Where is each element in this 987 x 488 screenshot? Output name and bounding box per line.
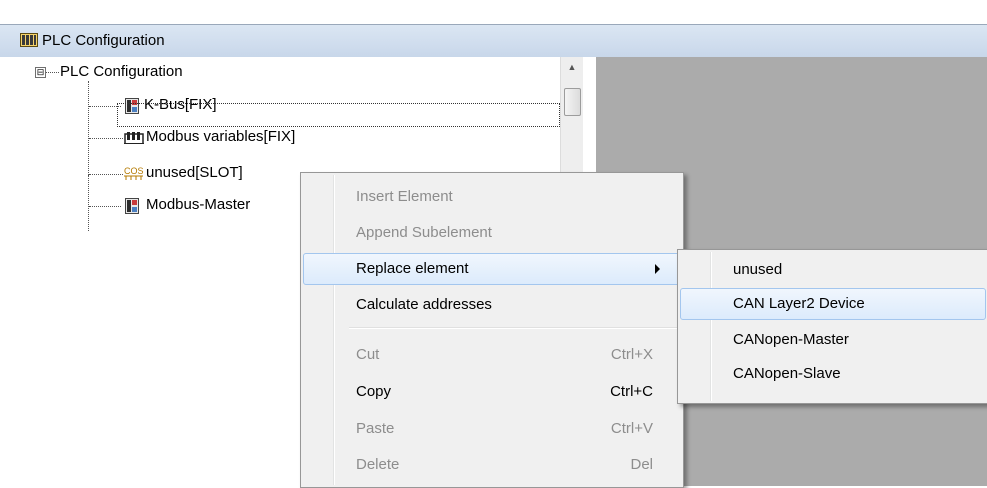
menu-item-label: Cut [356, 346, 380, 363]
menu-item-label: Paste [356, 420, 395, 437]
panel-titlebar: PLC Configuration [0, 24, 987, 58]
menu-item-paste[interactable]: Paste Ctrl+V [303, 413, 681, 445]
submenu-item-canopen-slave[interactable]: CANopen-Slave [680, 358, 986, 390]
menu-item-insert-element[interactable]: Insert Element [303, 181, 681, 213]
menu-item-shortcut: Ctrl+C [610, 383, 653, 400]
variables-icon [124, 129, 144, 145]
submenu-arrow-icon [655, 264, 660, 274]
menu-item-label: CANopen-Slave [733, 365, 841, 382]
tree-connector [88, 175, 89, 205]
tree-connector [89, 174, 123, 175]
menu-item-shortcut: Ctrl+V [610, 420, 653, 437]
tree-connector [46, 72, 59, 73]
menu-item-label: Delete [356, 456, 400, 473]
svg-text:COS: COS [124, 166, 144, 176]
tree-item-modbus-master[interactable]: Modbus-Master [146, 196, 250, 213]
module-icon [124, 198, 140, 214]
menu-item-label: Replace element [356, 260, 469, 277]
scroll-thumb[interactable] [564, 88, 581, 116]
menu-item-label: CANopen-Master [733, 331, 849, 348]
menu-item-shortcut: Ctrl+X [610, 346, 653, 363]
menu-item-label: Insert Element [356, 188, 453, 205]
submenu-item-canopen-master[interactable]: CANopen-Master [680, 324, 986, 356]
menu-item-label: Calculate addresses [356, 296, 492, 313]
selection-focus-rect [117, 103, 560, 127]
context-menu: Insert Element Append Subelement Replace… [300, 172, 684, 488]
submenu-item-can-layer2-device[interactable]: CAN Layer2 Device [680, 288, 986, 320]
menu-item-label: Copy [356, 383, 392, 400]
tree-item-modbus-variables[interactable]: Modbus variables[FIX] [146, 128, 295, 145]
tree-vertical-scrollbar[interactable]: ▲ [560, 57, 583, 177]
panel-title: PLC Configuration [42, 32, 165, 49]
menu-item-calculate-addresses[interactable]: Calculate addresses [303, 289, 681, 321]
tree-connector [88, 81, 89, 231]
tree-connector [89, 206, 121, 207]
menu-item-label: CAN Layer2 Device [733, 295, 865, 312]
scroll-up-arrow-icon[interactable]: ▲ [561, 57, 583, 77]
cos-icon: COS [123, 165, 145, 181]
menu-item-label: Append Subelement [356, 224, 492, 241]
plc-configuration-window: PLC Configuration ⊟ PLC Configuration K-… [0, 0, 987, 488]
menu-item-copy[interactable]: Copy Ctrl+C [303, 376, 681, 408]
tree-connector [89, 138, 123, 139]
menu-item-shortcut: Del [630, 456, 653, 473]
replace-element-submenu: unused CAN Layer2 Device CANopen-Master … [677, 249, 987, 404]
tree-item-unused-slot[interactable]: unused[SLOT] [146, 164, 243, 181]
menu-item-label: unused [733, 261, 783, 278]
menu-item-cut[interactable]: Cut Ctrl+X [303, 339, 681, 371]
menu-separator [349, 327, 679, 329]
tree-root-label[interactable]: PLC Configuration [60, 63, 183, 80]
menu-item-append-subelement[interactable]: Append Subelement [303, 217, 681, 249]
collapse-toggle-icon[interactable]: ⊟ [35, 67, 46, 78]
menu-item-delete[interactable]: Delete Del [303, 449, 681, 481]
plc-config-icon [20, 33, 38, 47]
menu-item-replace-element[interactable]: Replace element [303, 253, 681, 285]
submenu-item-unused[interactable]: unused [680, 254, 986, 286]
